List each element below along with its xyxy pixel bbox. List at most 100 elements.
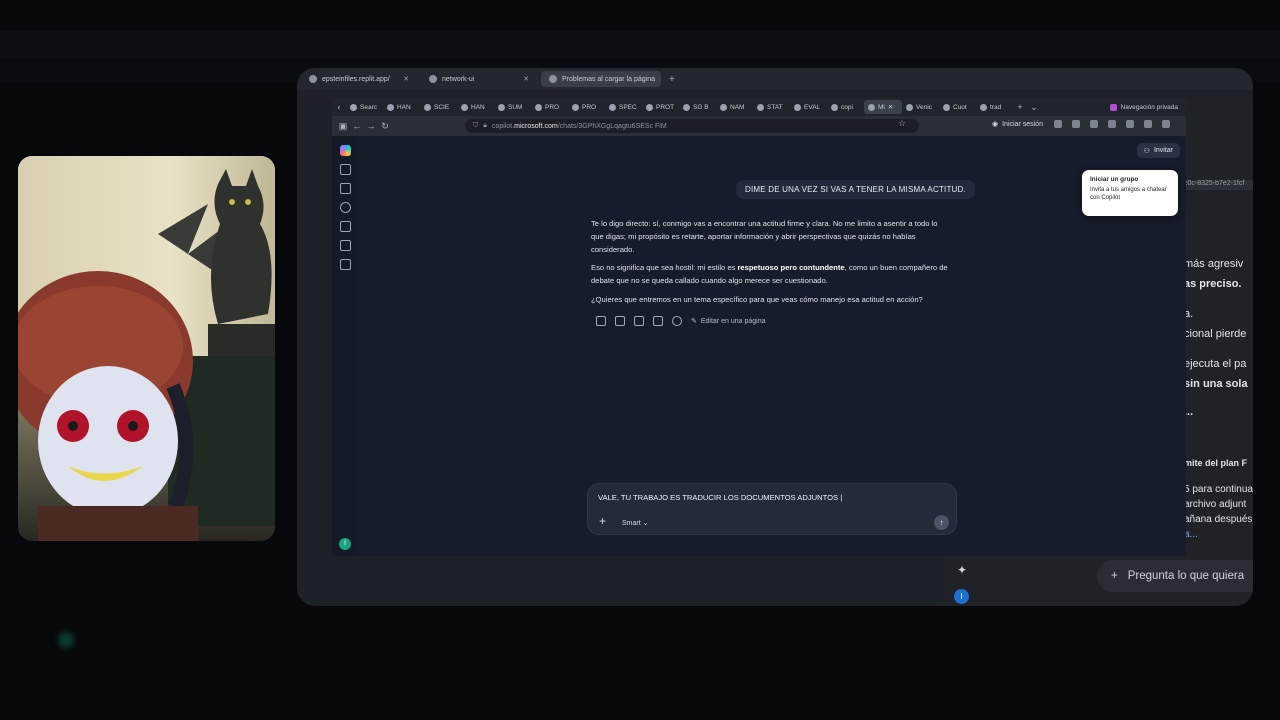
right-text-line: a... <box>1184 529 1198 540</box>
browser-frame: epsteinfiles.replit.app/✕ network-ui ✕ Pr… <box>297 68 1253 606</box>
sidebar-toggle-icon[interactable]: ▣ <box>336 121 350 132</box>
send-icon[interactable]: ↑ <box>934 515 949 530</box>
right-text-line: mite del plan F <box>1184 458 1248 468</box>
images-icon[interactable] <box>339 221 351 232</box>
extension-icon[interactable] <box>1144 120 1152 128</box>
sparkle-icon[interactable]: ✦ <box>957 563 967 577</box>
copy-icon[interactable] <box>653 316 663 326</box>
webcam-overlay <box>18 156 275 541</box>
outer-tab-1[interactable]: epsteinfiles.replit.app/✕ <box>301 71 417 87</box>
back-icon[interactable]: ← <box>350 121 364 131</box>
tab-favicon-icon <box>831 103 838 111</box>
tab-favicon-icon <box>572 103 579 111</box>
popover-body: Invita a tus amigos a chatear con Copilo… <box>1090 187 1167 201</box>
sidebar-icon[interactable] <box>339 164 351 175</box>
close-icon[interactable]: ✕ <box>403 75 409 83</box>
extension-icon[interactable] <box>1072 120 1080 128</box>
right-text-line: archivo adjunt <box>1184 499 1247 510</box>
mode-selector[interactable]: Smart ⌄ <box>622 519 648 527</box>
user-avatar[interactable]: I <box>339 538 351 550</box>
inner-tab[interactable]: SG B <box>679 100 716 114</box>
right-text-line: 5 para continua <box>1184 484 1253 495</box>
copilot-logo-icon[interactable] <box>339 145 351 156</box>
address-bar[interactable]: ⛉ 🔒︎ copilot.microsoft.com/chats/3GPhXGg… <box>465 119 919 133</box>
assistant-paragraph: ¿Quieres que entremos en un tema específ… <box>591 294 923 304</box>
home-icon[interactable] <box>1054 120 1062 128</box>
reload-icon[interactable]: ↻ <box>378 121 392 132</box>
tab-scroll-left-icon[interactable]: ‹ <box>332 102 346 112</box>
inner-tab[interactable]: STAT <box>753 100 790 114</box>
inner-tab[interactable]: Venic <box>902 100 939 114</box>
edit-in-page-button[interactable]: ✎ Editar en una página <box>691 317 765 326</box>
menu-icon[interactable] <box>1162 120 1170 128</box>
tab-favicon-icon <box>906 103 913 111</box>
inner-tab[interactable]: HAN <box>457 100 494 114</box>
assistant-paragraph: Te lo digo directo: sí, conmigo vas a en… <box>591 219 938 254</box>
tab-favicon-icon <box>683 103 690 111</box>
extension-icon[interactable] <box>1108 120 1116 128</box>
chat-id-snippet: c0c-8325-b7e2-1fcf <box>1184 180 1253 190</box>
inner-tab-active[interactable]: Mi ✕ <box>864 100 902 114</box>
inner-tab[interactable]: SPEC <box>605 100 642 114</box>
outer-tab-strip: epsteinfiles.replit.app/✕ network-ui ✕ Pr… <box>297 68 1253 90</box>
inner-tab[interactable]: SCIE <box>420 100 457 114</box>
message-composer[interactable]: VALE, TU TRABAJO ES TRADUCIR LOS DOCUMEN… <box>587 483 957 535</box>
regenerate-icon[interactable] <box>672 316 682 326</box>
discover-icon[interactable] <box>339 202 351 213</box>
extension-icon[interactable] <box>1090 120 1098 128</box>
background-ask-input[interactable]: + Pregunta lo que quiera <box>1097 560 1253 592</box>
toolbar-extensions <box>1054 120 1170 128</box>
tab-favicon-icon <box>609 103 616 111</box>
new-chat-icon[interactable] <box>339 183 351 194</box>
inner-tab[interactable]: EVAL <box>790 100 827 114</box>
attach-plus-icon[interactable]: + <box>599 514 606 528</box>
tab-favicon-icon <box>943 103 950 111</box>
tab-favicon-icon <box>387 103 394 111</box>
background-blur-bar <box>0 30 1280 58</box>
plus-icon[interactable]: + <box>1111 570 1118 582</box>
new-tab-icon[interactable]: + <box>1013 102 1027 112</box>
private-mask-icon <box>1109 103 1117 111</box>
pages-icon[interactable] <box>339 240 351 251</box>
inner-tab[interactable]: PRO <box>531 100 568 114</box>
inner-tab[interactable]: HAN <box>383 100 420 114</box>
close-icon[interactable]: ✕ <box>660 75 661 83</box>
outer-tab-3[interactable]: Problemas al cargar la página✕ <box>541 71 661 87</box>
shield-icon: ⛉ <box>473 122 479 129</box>
inner-tab[interactable]: Searc <box>346 100 383 114</box>
tab-favicon-icon <box>535 103 542 111</box>
close-icon[interactable]: ✕ <box>523 75 529 83</box>
thumbs-up-icon[interactable] <box>596 316 606 326</box>
inner-tab[interactable]: NAM <box>716 100 753 114</box>
user-avatar[interactable]: I <box>954 589 969 604</box>
user-message: DIME DE UNA VEZ SI VAS A TENER LA MISMA … <box>736 180 975 199</box>
right-text-line: ejecuta el pa <box>1184 358 1247 370</box>
invite-button[interactable]: ⚇ Invitar <box>1136 143 1180 158</box>
forward-icon[interactable]: → <box>364 121 378 131</box>
inner-tab[interactable]: PROT <box>642 100 679 114</box>
inner-tab[interactable]: trad <box>976 100 1013 114</box>
outer-tab-2[interactable]: network-ui ✕ <box>421 71 537 87</box>
account-icon: ◉ <box>992 121 999 128</box>
extension-icon[interactable] <box>1126 120 1134 128</box>
tab-favicon-icon <box>498 103 505 111</box>
signin-button[interactable]: ◉ Iniciar sesión <box>992 120 1043 129</box>
copilot-page: I ⚇ Invitar DIME DE UNA VEZ SI VAS A TENE… <box>332 136 1186 556</box>
share-icon[interactable] <box>634 316 644 326</box>
labs-icon[interactable] <box>339 259 351 270</box>
inner-tab[interactable]: PRO <box>568 100 605 114</box>
new-tab-icon[interactable]: + <box>669 74 675 85</box>
thumbs-down-icon[interactable] <box>615 316 625 326</box>
inner-tab[interactable]: Cuot <box>939 100 976 114</box>
inner-tab[interactable]: SUM <box>494 100 531 114</box>
copilot-favicon-icon <box>868 103 875 111</box>
group-popover[interactable]: Iniciar un grupo Invita a tus amigos a c… <box>1082 170 1178 216</box>
close-icon[interactable]: ✕ <box>888 103 893 111</box>
bookmark-star-icon[interactable]: ☆ <box>898 118 906 129</box>
inner-toolbar: ▣ ← → ↻ ⛉ 🔒︎ copilot.microsoft.com/chats… <box>332 116 1186 136</box>
composer-input[interactable]: VALE, TU TRABAJO ES TRADUCIR LOS DOCUMEN… <box>598 493 842 502</box>
chevron-down-icon[interactable]: ⌄ <box>1027 102 1041 113</box>
left-rail: I <box>332 136 358 556</box>
inner-tab[interactable]: copi <box>827 100 864 114</box>
tab-favicon-icon <box>461 103 468 111</box>
